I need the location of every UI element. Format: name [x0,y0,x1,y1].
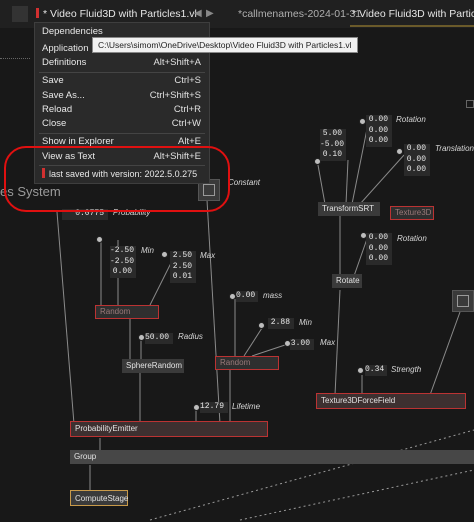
strength-value[interactable]: 0.34 [365,365,387,376]
menu-item-dependencies[interactable]: Dependencies [42,26,103,37]
texture3d-forcefield-node[interactable]: Texture3DForceField [316,393,466,409]
min-x: -2.50 [110,246,135,255]
compute-stage-node[interactable]: ComputeStage [70,490,128,506]
modified-marker [36,8,39,18]
app-menu-icon[interactable] [12,6,28,22]
tab-active-document[interactable]: * Video Fluid3D with Particles1.vl [36,8,197,20]
lifetime-label: Lifetime [232,402,261,411]
radius-label: Radius [178,332,203,341]
max-x: 2.50 [172,251,192,260]
min-z: 0.00 [112,267,132,276]
max-vector[interactable]: 2.50 2.50 0.01 [170,251,196,283]
max2-label: Max [320,338,336,347]
menu-item-reload[interactable]: Reload [42,104,72,115]
rotation-label: Rotation [396,115,426,124]
min2-pin[interactable] [258,322,265,329]
rotate-node[interactable]: Rotate [332,274,362,288]
min-vector[interactable]: -2.50 -2.50 0.00 [110,246,136,278]
random-node-1[interactable]: Random [95,305,159,319]
mass-label: mass [263,291,283,300]
translation-pin[interactable] [396,148,403,155]
divider [0,58,30,60]
menu-shortcut-definitions: Alt+Shift+A [153,57,201,68]
strength-pin[interactable] [357,367,364,374]
radius-pin[interactable] [138,334,145,341]
probability-emitter-node[interactable]: ProbabilityEmitter [70,421,268,437]
translation-label: Translation [435,144,474,153]
rotation-x: 0.00 [368,115,388,124]
group-node[interactable]: Group [70,450,474,464]
menu-shortcut-save: Ctrl+S [174,75,201,86]
max2-value[interactable]: 3.00 [290,339,314,350]
tab-active-label: * Video Fluid3D with Particles1.vl [43,8,197,20]
translation-y: 0.00 [406,154,426,164]
patch-corner-box [466,100,474,108]
min-pin[interactable] [96,236,103,243]
min2-label: Min [299,318,312,327]
tab-right-document[interactable]: * Video Fluid3D with Particles1 [352,8,474,20]
sphere-random-node[interactable]: SphereRandom [122,359,184,373]
min2-value[interactable]: 2.88 [268,318,294,329]
mass-pin[interactable] [229,293,236,300]
menu-item-save-as[interactable]: Save As... [42,90,85,101]
red-annotation-circle [4,146,230,212]
rotation-y: 0.00 [368,125,388,135]
random-node-2[interactable]: Random [215,356,279,370]
rotation2-z: 0.00 [368,254,388,263]
rotation2-y: 0.00 [368,243,388,253]
min-y: -2.50 [110,256,135,266]
menu-item-close[interactable]: Close [42,118,66,129]
menu-separator [39,133,205,134]
translation-in-vector[interactable]: 5.00 -5.00 0.10 [320,129,346,161]
texture3d-node[interactable]: Texture3D [390,206,434,220]
active-tab-underline [350,25,474,27]
strength-label: Strength [391,365,422,374]
lifetime-value[interactable]: 12.79 [200,402,228,413]
constant-label: Constant [228,178,261,187]
menu-item-definitions[interactable]: Definitions [42,57,86,68]
rotation2-label: Rotation [397,234,427,243]
back-arrow-icon[interactable]: ◀ [194,8,202,19]
rotation2-x: 0.00 [368,233,388,242]
max-z: 0.01 [172,272,192,281]
lifetime-pin[interactable] [193,404,200,411]
translation-in-y: -5.00 [320,139,345,149]
translation-z: 0.00 [406,165,426,174]
max-label: Max [200,251,216,260]
forward-arrow-icon[interactable]: ▶ [206,8,214,19]
tab-callmenames[interactable]: *callmenames-2024-01-31 [238,8,361,20]
rotation-vector[interactable]: 0.00 0.00 0.00 [366,115,392,147]
radius-value[interactable]: 50.00 [145,333,173,344]
translation-in-z: 0.10 [322,150,342,159]
menu-shortcut-save-as: Ctrl+Shift+S [149,90,201,101]
mass-value[interactable]: 0.00 [236,291,258,302]
translation-in-x: 5.00 [322,129,342,138]
menu-shortcut-close: Ctrl+W [171,118,201,129]
menu-shortcut-reload: Ctrl+R [173,104,201,115]
rotation2-vector[interactable]: 0.00 0.00 0.00 [366,233,392,265]
menu-item-application[interactable]: Application [42,43,88,54]
transform-srt-node[interactable]: TransformSRT [318,202,380,216]
translation-vector[interactable]: 0.00 0.00 0.00 [404,144,430,176]
max-y: 2.50 [172,261,192,271]
min-label: Min [141,246,154,255]
translation-x: 0.00 [406,144,426,153]
rotation-z: 0.00 [368,136,388,145]
rotation-pin[interactable] [359,118,366,125]
right-constant-box[interactable] [452,290,474,312]
menu-item-save[interactable]: Save [42,75,64,86]
file-path-tooltip: C:\Users\simom\OneDrive\Desktop\Video Fl… [92,37,358,53]
max-pin[interactable] [161,251,168,258]
menu-separator [39,72,205,73]
